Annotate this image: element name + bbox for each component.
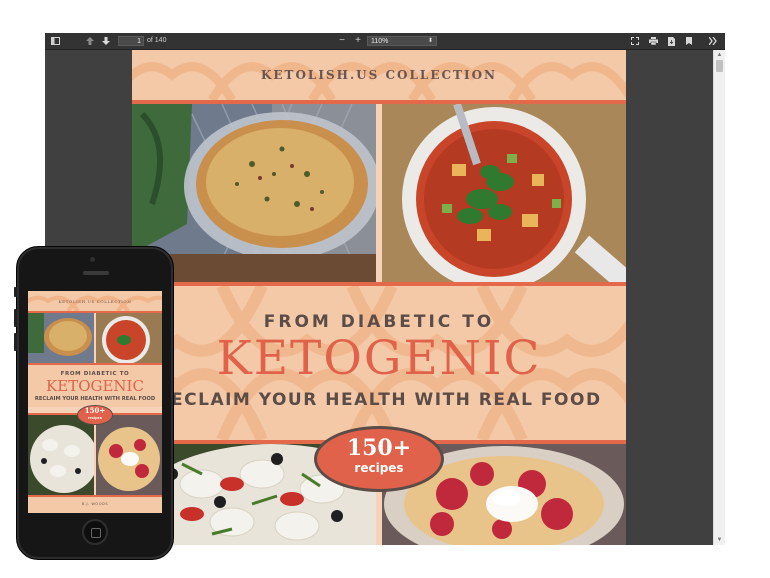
scroll-up-arrow-icon[interactable]: ▲ (716, 51, 723, 59)
fullscreen-icon[interactable] (628, 33, 642, 49)
title-line-1: FROM DIABETIC TO (263, 312, 495, 332)
badge-number: 150+ (346, 435, 412, 461)
zoom-out-button[interactable]: − (335, 33, 349, 49)
scroll-thumb[interactable] (716, 60, 723, 72)
zoom-value: 110% (371, 38, 389, 45)
mini-soup-photo (96, 313, 162, 363)
arrow-up-icon[interactable] (83, 33, 97, 49)
zoom-in-button[interactable]: + (351, 33, 365, 49)
collection-label: KETOLISH.US COLLECTION (260, 68, 498, 82)
mini-collection-label: KETOLISH.US COLLECTION (58, 299, 132, 304)
mini-crepe-photo (96, 415, 162, 495)
phone-volume-down (14, 333, 17, 351)
more-tools-icon[interactable] (706, 33, 720, 49)
zoom-select[interactable]: 110% ⬍ (367, 36, 437, 46)
mini-quiche-photo (28, 313, 94, 363)
mini-caprese-photo (28, 415, 94, 495)
sidebar-toggle-icon[interactable] (48, 33, 62, 49)
subtitle: RECLAIM YOUR HEALTH WITH REAL FOOD (156, 390, 602, 410)
home-square-icon (91, 528, 101, 538)
print-icon[interactable] (646, 33, 660, 49)
download-icon[interactable] (664, 33, 678, 49)
phone-mute-switch (14, 287, 17, 297)
phone-mockup: KETOLISH.US COLLECTION FROM DIABETIC TO … (14, 246, 174, 560)
mini-title-main: KETOGENIC (46, 377, 144, 395)
chevron-updown-icon: ⬍ (427, 38, 433, 44)
phone-camera (90, 257, 95, 262)
phone-volume-up (14, 309, 17, 327)
mini-recipe-count-badge: 150+ recipes (77, 405, 113, 425)
badge-label: recipes (354, 461, 404, 475)
page-total-label: of 140 (147, 37, 167, 44)
bookmark-icon[interactable] (682, 33, 696, 49)
scroll-down-arrow-icon[interactable]: ▼ (716, 536, 723, 544)
mini-badge-label: recipes (87, 415, 102, 420)
title-main: KETOGENIC (216, 331, 542, 386)
mini-badge-number: 150+ (84, 406, 106, 415)
soup-photo (382, 104, 626, 282)
vertical-scrollbar[interactable]: ▲ ▼ (713, 50, 725, 545)
phone-screen: KETOLISH.US COLLECTION FROM DIABETIC TO … (28, 291, 162, 513)
viewer-toolbar: 1 of 140 − + 110% ⬍ (45, 33, 725, 50)
arrow-down-icon[interactable] (99, 33, 113, 49)
phone-speaker (83, 271, 109, 275)
mini-subtitle: RECLAIM YOUR HEALTH WITH REAL FOOD (34, 396, 156, 402)
pdf-page: KETOLISH.US COLLECTION FROM DIABETIC TO … (132, 50, 626, 545)
recipe-count-badge: 150+ recipes (314, 426, 444, 492)
phone-home-button[interactable] (82, 519, 108, 545)
page-number-input[interactable]: 1 (118, 36, 144, 46)
mini-author: B.J. WOODS (81, 502, 109, 506)
